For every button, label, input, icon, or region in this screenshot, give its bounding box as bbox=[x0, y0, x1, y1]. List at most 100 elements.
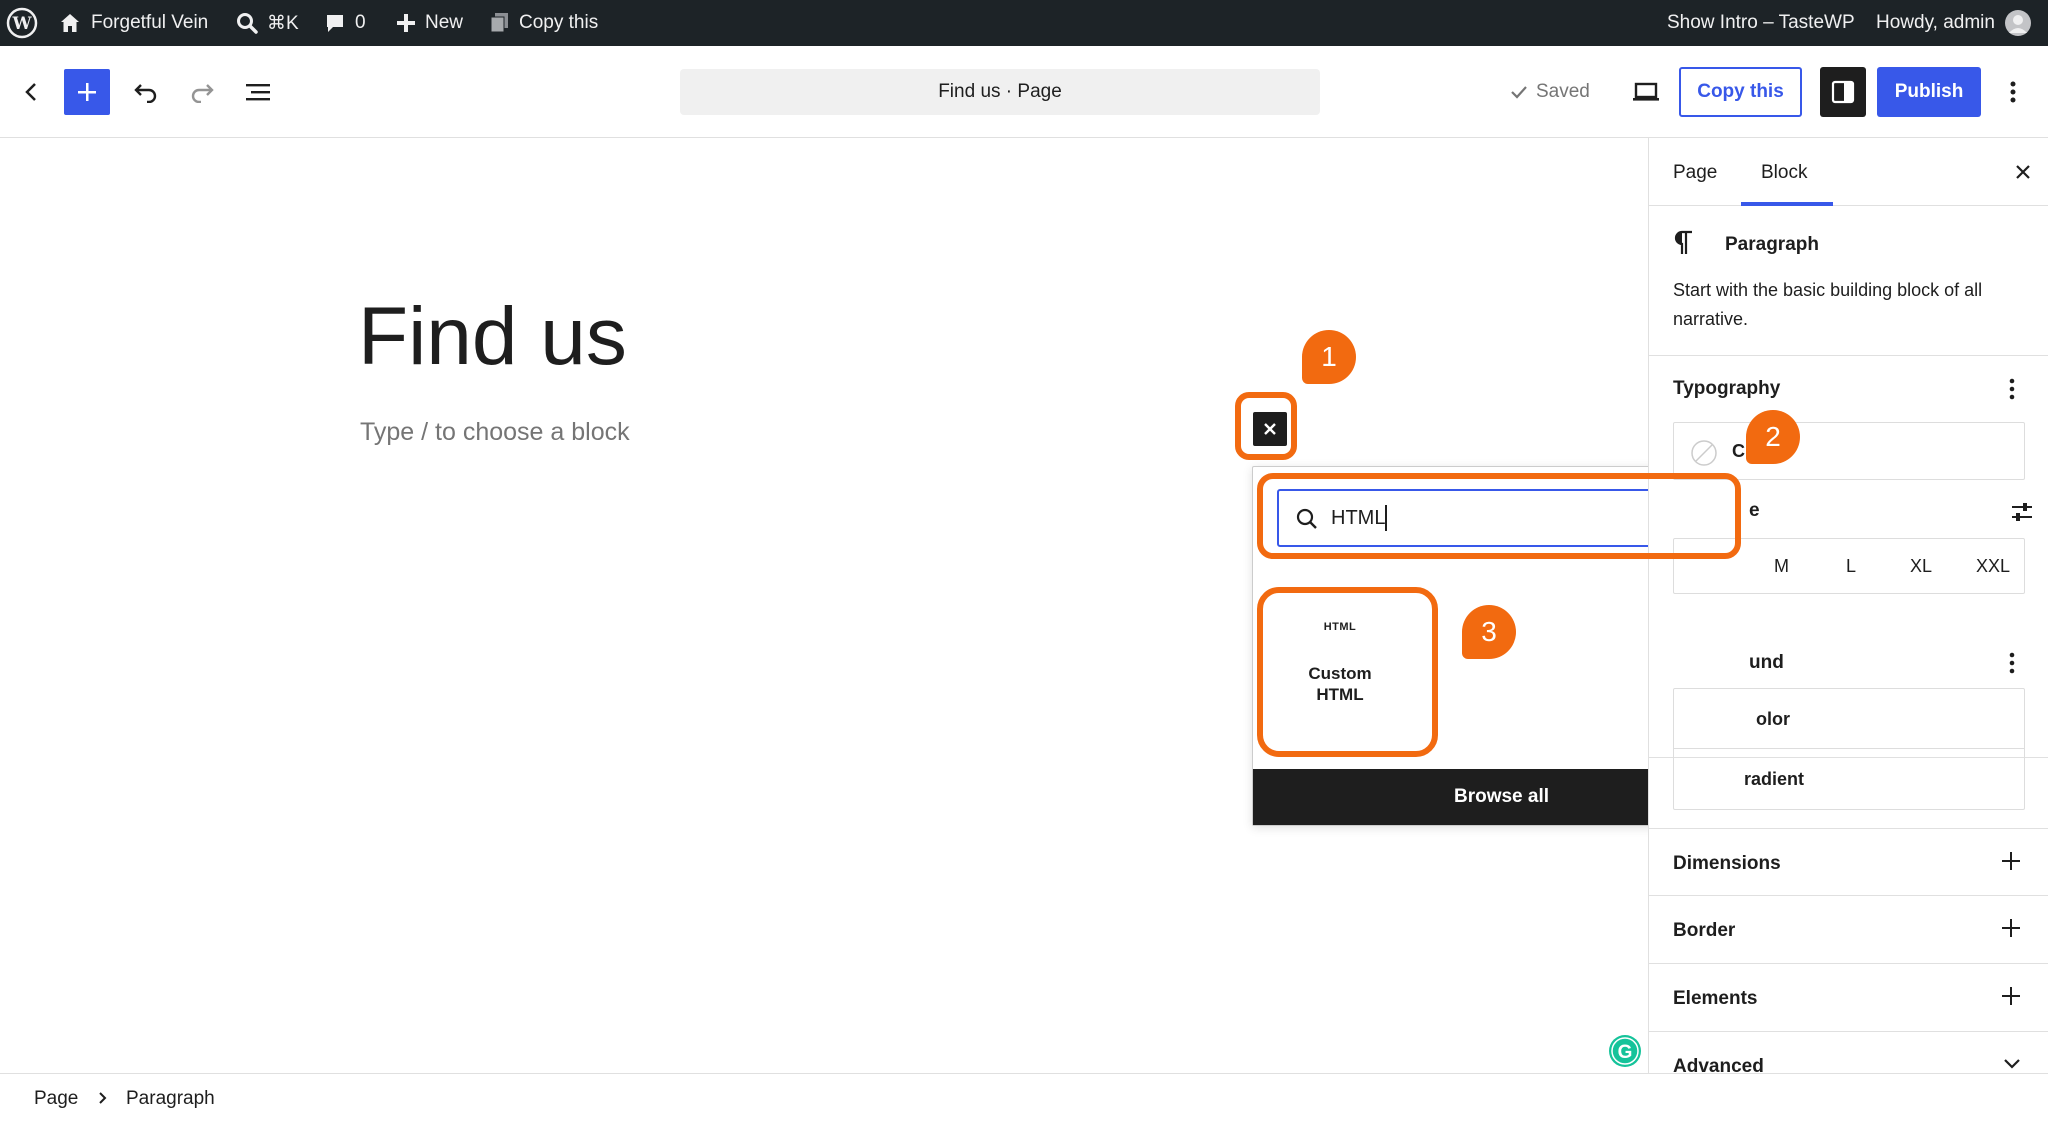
annotation-highlight-search bbox=[1257, 473, 1741, 559]
block-card: Paragraph Start with the basic building … bbox=[1649, 206, 2048, 356]
settings-sidebar: Page Block Paragraph Start with the basi… bbox=[1648, 138, 2048, 1073]
advanced-heading: Advanced bbox=[1673, 1056, 1764, 1073]
settings-sidebar-toggle[interactable] bbox=[1820, 67, 1866, 117]
comment-bubble-icon bbox=[327, 15, 343, 32]
elements-heading: Elements bbox=[1673, 988, 1758, 1009]
more-vertical-icon bbox=[2010, 81, 2016, 103]
list-view-icon bbox=[246, 84, 270, 101]
background-heading: und bbox=[1749, 652, 1784, 673]
typography-heading: Typography bbox=[1673, 378, 1781, 399]
paragraph-placeholder[interactable]: Type / to choose a block bbox=[360, 418, 630, 447]
document-bar[interactable]: Find us · Page bbox=[680, 69, 1320, 115]
size-l[interactable]: L bbox=[1846, 556, 1856, 577]
saved-indicator: Saved bbox=[1510, 69, 1590, 115]
laptop-icon bbox=[1633, 82, 1659, 101]
font-family-control[interactable]: C bbox=[1673, 422, 2025, 480]
breadcrumb-paragraph[interactable]: Paragraph bbox=[126, 1088, 215, 1110]
size-xl[interactable]: XL bbox=[1910, 556, 1932, 577]
size-label: e bbox=[1749, 500, 1760, 521]
block-inserter-toggle[interactable] bbox=[64, 69, 110, 115]
plus-icon[interactable] bbox=[2001, 986, 2021, 1006]
sidebar-tabs: Page Block bbox=[1649, 138, 2048, 206]
document-title: Find us · Page bbox=[938, 81, 1062, 102]
document-overview-button[interactable] bbox=[238, 69, 278, 115]
copy-this-button[interactable]: Copy this bbox=[1679, 67, 1802, 117]
background-color-item[interactable]: olor bbox=[1674, 689, 2024, 749]
dimensions-heading: Dimensions bbox=[1673, 853, 1781, 874]
admin-bar: W Forgetful Vein ⌘K 0 New Copy this Show… bbox=[0, 0, 2048, 46]
close-sidebar-icon[interactable] bbox=[2013, 162, 2033, 182]
plus-icon[interactable] bbox=[2001, 918, 2021, 938]
search-icon bbox=[237, 13, 258, 34]
annotation-highlight-close bbox=[1235, 392, 1297, 460]
site-name: Forgetful Vein bbox=[91, 12, 209, 33]
elements-panel[interactable]: Elements bbox=[1649, 964, 2048, 1032]
border-heading: Border bbox=[1673, 920, 1736, 941]
copy-this-link[interactable]: Copy this bbox=[490, 0, 598, 46]
gradient-label: radient bbox=[1744, 769, 1805, 789]
annotation-badge-1: 1 bbox=[1302, 330, 1356, 384]
avatar bbox=[2004, 10, 2031, 36]
wordpress-logo-icon[interactable]: W bbox=[6, 0, 38, 46]
comments-link[interactable]: 0 bbox=[324, 0, 366, 46]
back-button[interactable] bbox=[14, 69, 48, 115]
chevron-right-icon bbox=[99, 1092, 107, 1104]
chevron-left-icon bbox=[25, 83, 36, 101]
none-swatch-icon bbox=[1691, 440, 1717, 466]
account-menu[interactable]: Howdy, admin bbox=[1876, 0, 2032, 46]
editor-header: Find us · Page Saved Copy this Publish bbox=[0, 46, 2048, 138]
annotation-badge-2: 2 bbox=[1746, 410, 1800, 464]
color-controls: olor radient bbox=[1673, 688, 2025, 810]
dimensions-panel[interactable]: Dimensions bbox=[1649, 828, 2048, 896]
plus-icon[interactable] bbox=[2001, 851, 2021, 871]
chevron-down-icon[interactable] bbox=[2003, 1058, 2021, 1070]
copy-icon bbox=[490, 13, 508, 33]
saved-label: Saved bbox=[1536, 81, 1590, 102]
redo-button[interactable] bbox=[182, 69, 222, 115]
preview-button[interactable] bbox=[1628, 69, 1664, 115]
svg-text:G: G bbox=[1618, 1042, 1633, 1063]
comments-count: 0 bbox=[355, 12, 366, 33]
block-description: Start with the basic building block of a… bbox=[1673, 280, 1983, 329]
undo-button[interactable] bbox=[126, 69, 166, 115]
color-label: olor bbox=[1756, 709, 1790, 729]
grammarly-icon[interactable]: G bbox=[1608, 1034, 1642, 1068]
svg-text:W: W bbox=[11, 14, 32, 34]
options-menu-button[interactable] bbox=[1996, 69, 2030, 115]
sidebar-icon bbox=[1831, 80, 1855, 104]
howdy-label: Howdy, admin bbox=[1876, 12, 1995, 33]
advanced-panel[interactable]: Advanced bbox=[1649, 1032, 2048, 1073]
show-intro-label: Show Intro – TasteWP bbox=[1667, 12, 1855, 33]
new-label: New bbox=[425, 12, 464, 33]
redo-icon bbox=[191, 84, 214, 103]
tab-block[interactable]: Block bbox=[1761, 162, 1807, 184]
tab-page[interactable]: Page bbox=[1673, 162, 1717, 184]
search-shortcut: ⌘K bbox=[267, 12, 299, 34]
more-vertical-icon[interactable] bbox=[2009, 652, 2015, 674]
annotation-badge-3: 3 bbox=[1462, 605, 1516, 659]
block-name: Paragraph bbox=[1725, 234, 1819, 255]
background-gradient-item[interactable]: radient bbox=[1674, 749, 2024, 809]
font-family-label: C bbox=[1732, 441, 1745, 461]
settings-sliders-icon[interactable] bbox=[2011, 502, 2033, 522]
undo-icon bbox=[134, 84, 157, 103]
check-icon bbox=[1511, 86, 1527, 99]
border-panel[interactable]: Border bbox=[1649, 896, 2048, 964]
size-m[interactable]: M bbox=[1774, 556, 1789, 577]
copy-this-label: Copy this bbox=[519, 12, 599, 33]
new-content-link[interactable]: New bbox=[396, 0, 463, 46]
site-name-link[interactable]: Forgetful Vein bbox=[58, 0, 208, 46]
annotation-highlight-custom-html bbox=[1257, 587, 1438, 757]
publish-button[interactable]: Publish bbox=[1877, 67, 1981, 117]
block-breadcrumb: Page Paragraph bbox=[0, 1073, 2048, 1121]
size-xxl[interactable]: XXL bbox=[1976, 556, 2010, 577]
more-vertical-icon[interactable] bbox=[2009, 378, 2015, 400]
show-intro-link[interactable]: Show Intro – TasteWP bbox=[1667, 0, 1855, 46]
page-title[interactable]: Find us bbox=[358, 290, 627, 384]
command-search-link[interactable]: ⌘K bbox=[236, 0, 299, 46]
plus-icon bbox=[397, 14, 415, 32]
plus-icon bbox=[78, 83, 96, 101]
home-icon bbox=[61, 14, 79, 32]
paragraph-icon bbox=[1674, 230, 1692, 254]
breadcrumb-page[interactable]: Page bbox=[34, 1088, 78, 1110]
